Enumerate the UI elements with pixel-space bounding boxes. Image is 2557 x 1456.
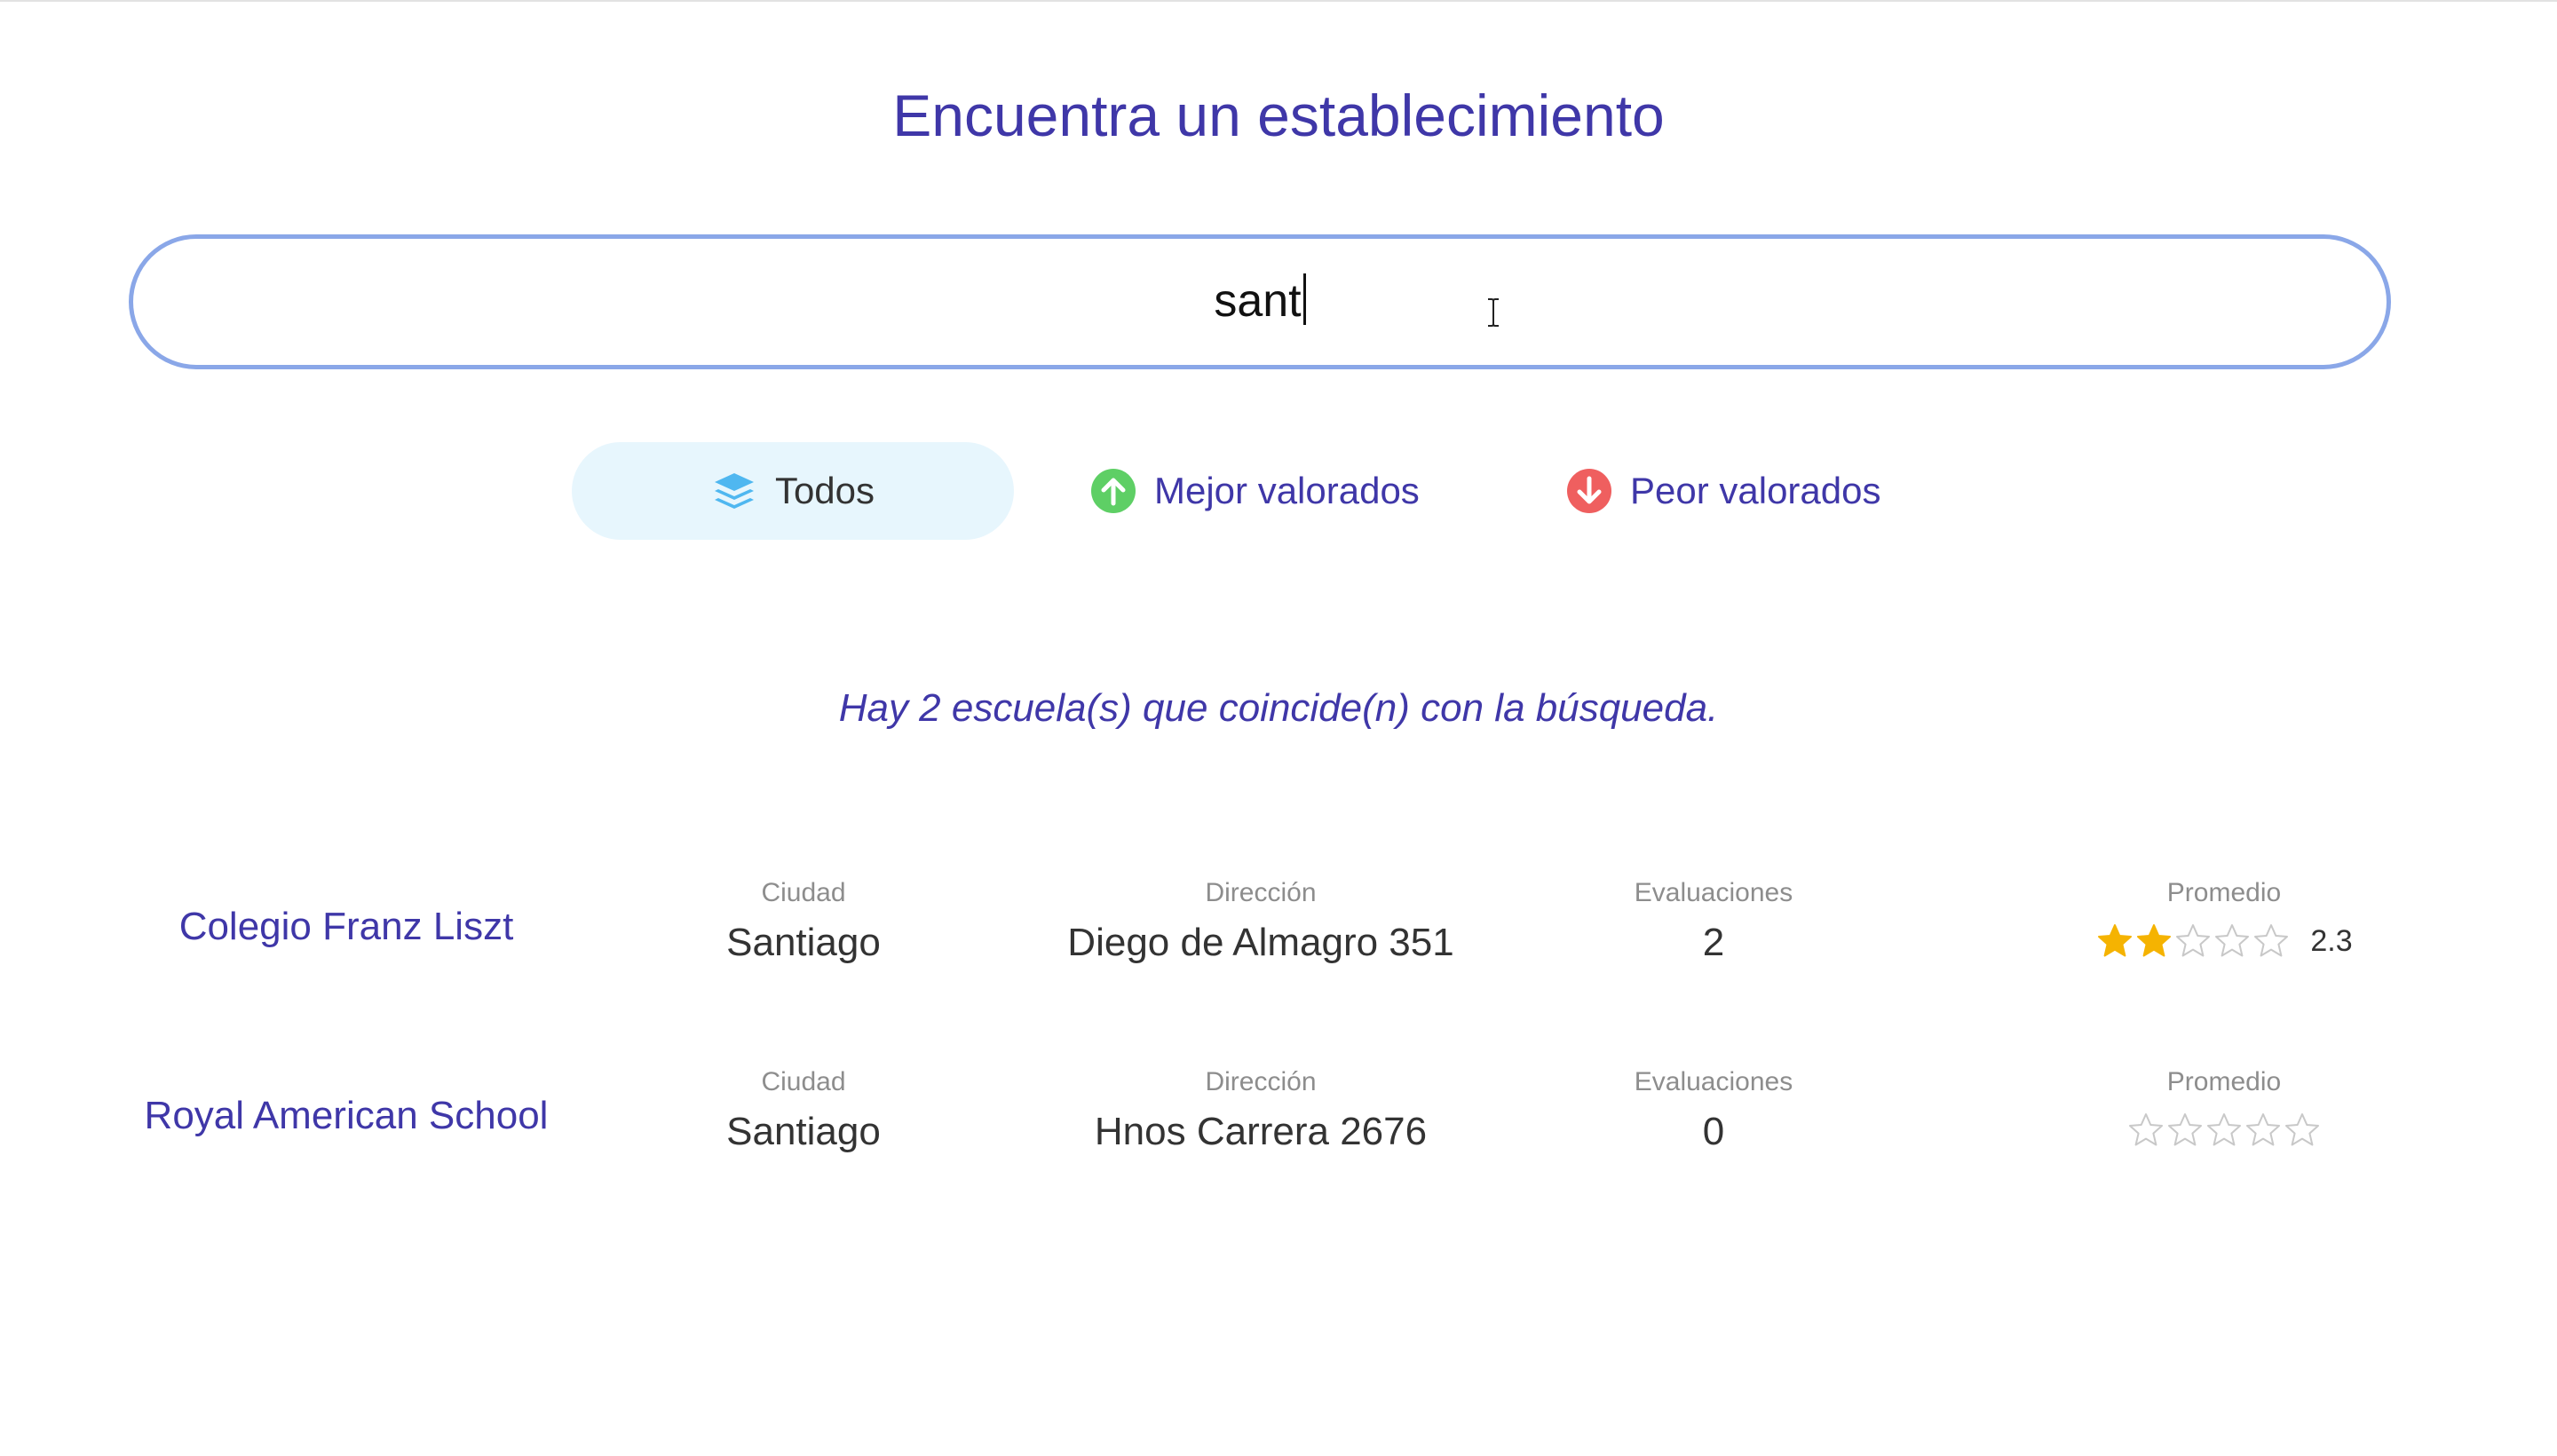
text-cursor-icon bbox=[1488, 298, 1499, 327]
search-value-text: sant bbox=[1214, 275, 1302, 327]
layers-icon bbox=[714, 473, 754, 509]
filter-bar: Todos Mejor valorados Peor valorados bbox=[0, 442, 2557, 540]
school-row: Royal American School Ciudad Santiago Di… bbox=[0, 1064, 2557, 1171]
filter-best-rated-button[interactable]: Mejor valorados bbox=[1090, 442, 1420, 540]
filter-worst-rated-label: Peor valorados bbox=[1630, 470, 1881, 511]
search-input-value[interactable]: sant bbox=[133, 273, 2387, 329]
arrow-down-circle-icon bbox=[1567, 469, 1611, 513]
arrow-up-circle-icon bbox=[1091, 469, 1136, 513]
evaluations-cell: Evaluaciones 0 bbox=[1580, 1064, 1847, 1157]
filter-all-button[interactable]: Todos bbox=[572, 442, 1014, 540]
text-caret bbox=[1302, 273, 1306, 325]
address-label: Dirección bbox=[1205, 1067, 1317, 1096]
school-row: Colegio Franz Liszt Ciudad Santiago Dire… bbox=[0, 875, 2557, 982]
star-empty-icon bbox=[2285, 1113, 2319, 1146]
average-label: Promedio bbox=[2166, 1067, 2282, 1096]
star-rating: 2.3 bbox=[2024, 923, 2424, 959]
city-label: Ciudad bbox=[761, 878, 846, 907]
evaluations-value: 0 bbox=[1702, 1110, 1725, 1153]
evaluations-label: Evaluaciones bbox=[1634, 1067, 1793, 1096]
star-empty-icon bbox=[2246, 1113, 2280, 1146]
search-input[interactable]: sant bbox=[129, 234, 2391, 369]
address-value: Diego de Almagro 351 bbox=[1067, 921, 1454, 964]
evaluations-cell: Evaluaciones 2 bbox=[1580, 875, 1847, 968]
filter-worst-rated-button[interactable]: Peor valorados bbox=[1566, 442, 1881, 540]
evaluations-value: 2 bbox=[1702, 921, 1725, 964]
page: Encuentra un establecimiento sant Todos … bbox=[0, 0, 2557, 1456]
city-cell: Ciudad Santiago bbox=[675, 875, 932, 968]
star-empty-icon bbox=[2129, 1113, 2163, 1146]
star-filled-icon bbox=[2137, 924, 2172, 957]
average-cell: Promedio bbox=[2024, 1064, 2424, 1148]
address-cell: Dirección Diego de Almagro 351 bbox=[1012, 875, 1509, 968]
star-empty-icon bbox=[2168, 1113, 2202, 1146]
evaluations-label: Evaluaciones bbox=[1634, 878, 1793, 907]
star-empty-icon bbox=[2215, 924, 2250, 957]
page-title: Encuentra un establecimiento bbox=[892, 83, 1665, 148]
average-value: 2.3 bbox=[2310, 923, 2353, 958]
star-empty-icon bbox=[2207, 1113, 2241, 1146]
result-count-text: Hay 2 escuela(s) que coincide(n) con la … bbox=[838, 686, 1719, 730]
star-rating bbox=[2024, 1112, 2424, 1148]
address-label: Dirección bbox=[1205, 878, 1317, 907]
star-empty-icon bbox=[2176, 924, 2211, 957]
filter-all-label: Todos bbox=[774, 470, 875, 511]
average-cell: Promedio 2.3 bbox=[2024, 875, 2424, 959]
city-value: Santiago bbox=[726, 1110, 881, 1153]
star-filled-icon bbox=[2098, 924, 2133, 957]
address-cell: Dirección Hnos Carrera 2676 bbox=[1012, 1064, 1509, 1157]
filter-best-rated-label: Mejor valorados bbox=[1154, 470, 1420, 511]
school-name-link[interactable]: Colegio Franz Liszt bbox=[80, 900, 613, 954]
school-name-link[interactable]: Royal American School bbox=[80, 1089, 613, 1143]
city-cell: Ciudad Santiago bbox=[675, 1064, 932, 1157]
city-value: Santiago bbox=[726, 921, 881, 964]
address-value: Hnos Carrera 2676 bbox=[1094, 1110, 1428, 1153]
average-label: Promedio bbox=[2166, 878, 2282, 907]
city-label: Ciudad bbox=[761, 1067, 846, 1096]
star-empty-icon bbox=[2254, 924, 2289, 957]
